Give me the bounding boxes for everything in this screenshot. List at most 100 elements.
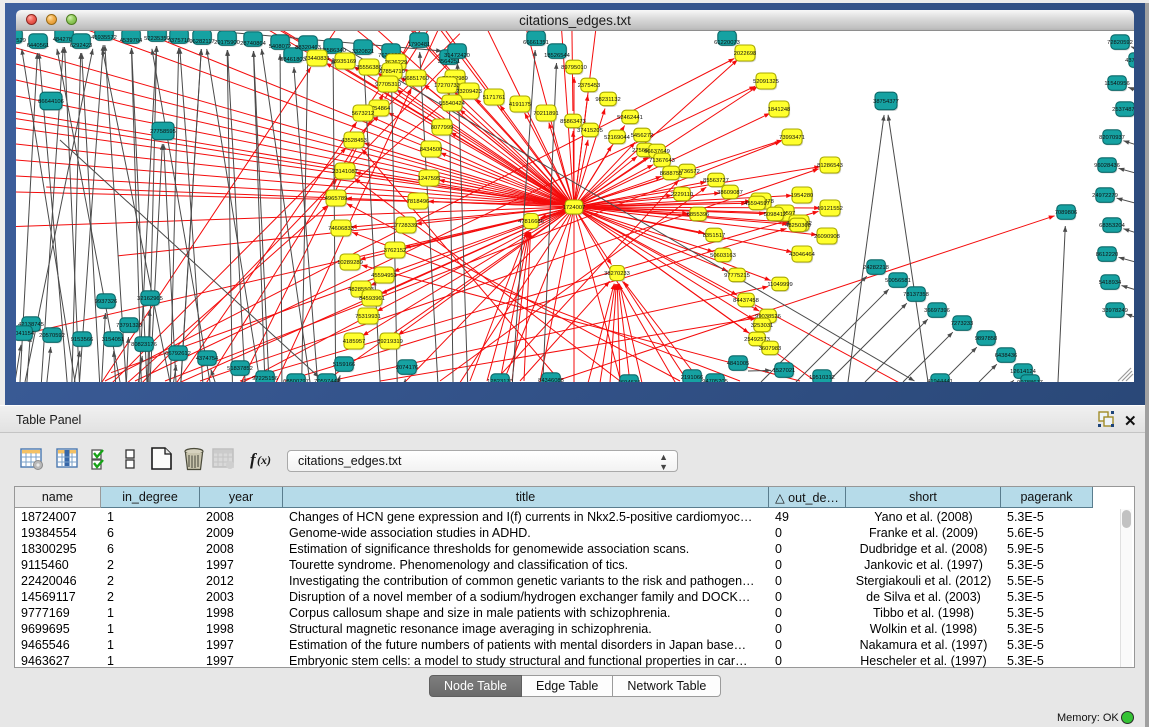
svg-text:8935169: 8935169	[334, 59, 357, 65]
svg-text:23141087: 23141087	[332, 169, 358, 175]
svg-text:70211891: 70211891	[533, 111, 558, 117]
svg-text:37415205: 37415205	[577, 128, 603, 134]
svg-text:31472420: 31472420	[444, 53, 470, 59]
svg-text:4694634: 4694634	[618, 380, 641, 382]
svg-text:5098412: 5098412	[764, 212, 787, 218]
svg-text:3320821: 3320821	[352, 49, 375, 55]
svg-text:4185957: 4185957	[343, 339, 366, 345]
svg-text:98231132: 98231132	[595, 97, 620, 103]
svg-text:48250360: 48250360	[785, 223, 811, 229]
svg-text:96028436: 96028436	[1094, 163, 1120, 169]
svg-text:84346088: 84346088	[538, 378, 564, 382]
svg-text:36697396: 36697396	[924, 308, 950, 314]
svg-text:12823170: 12823170	[487, 379, 513, 382]
svg-text:27758595: 27758595	[150, 129, 176, 135]
svg-text:5673212: 5673212	[352, 111, 375, 117]
svg-text:70597444: 70597444	[314, 379, 341, 382]
svg-text:33978249: 33978249	[1102, 308, 1128, 314]
svg-text:45935572: 45935572	[91, 35, 117, 41]
svg-text:2022698: 2022698	[734, 51, 757, 57]
svg-text:29175900: 29175900	[214, 40, 240, 46]
svg-text:3607983: 3607983	[759, 346, 782, 352]
svg-text:28740864: 28740864	[240, 41, 267, 47]
svg-text:1841248: 1841248	[768, 107, 791, 113]
svg-text:26090908: 26090908	[814, 234, 840, 240]
svg-text:3564251: 3564251	[438, 59, 461, 65]
svg-text:47816686: 47816686	[518, 219, 544, 225]
svg-text:3253031: 3253031	[751, 323, 774, 329]
svg-text:5159166: 5159166	[333, 362, 356, 368]
svg-text:84752529: 84752529	[16, 38, 26, 44]
svg-text:8688755: 8688755	[660, 171, 683, 177]
svg-text:(x): (x)	[257, 453, 271, 467]
svg-text:88461803: 88461803	[280, 57, 306, 63]
svg-text:38609087: 38609087	[717, 190, 743, 196]
svg-text:9937326: 9937326	[95, 299, 118, 305]
svg-text:61220073: 61220073	[714, 40, 740, 46]
svg-text:7089806: 7089806	[1055, 210, 1078, 216]
svg-text:75319931: 75319931	[355, 314, 381, 320]
svg-text:1954280: 1954280	[791, 193, 814, 199]
svg-text:5418934: 5418934	[1099, 280, 1122, 286]
svg-text:1527021: 1527021	[773, 368, 796, 374]
svg-text:11049999: 11049999	[767, 282, 792, 288]
svg-text:50603163: 50603163	[710, 253, 736, 259]
svg-text:5456272: 5456272	[631, 133, 654, 139]
svg-text:7818496: 7818496	[407, 199, 430, 205]
svg-text:24972279: 24972279	[1092, 193, 1118, 199]
svg-text:84437458: 84437458	[733, 298, 759, 304]
svg-text:66851760: 66851760	[403, 76, 429, 82]
svg-text:85863473: 85863473	[560, 119, 586, 125]
svg-text:80823176: 80823176	[131, 342, 157, 348]
svg-text:97705310: 97705310	[375, 82, 401, 88]
svg-text:50056581: 50056581	[885, 278, 911, 284]
svg-text:20570592: 20570592	[39, 333, 65, 339]
svg-text:96282117: 96282117	[189, 39, 214, 45]
svg-text:43046464: 43046464	[789, 252, 816, 258]
svg-text:52462441: 52462441	[617, 115, 643, 121]
svg-text:85563727: 85563727	[703, 178, 729, 184]
svg-text:24282218: 24282218	[863, 265, 889, 271]
svg-text:9153566: 9153566	[71, 337, 94, 343]
svg-text:52169044: 52169044	[604, 135, 631, 141]
svg-text:1247595: 1247595	[418, 176, 441, 182]
svg-text:8434500: 8434500	[420, 147, 443, 153]
svg-text:66792612: 66792612	[165, 351, 191, 357]
svg-text:68353204: 68353204	[1099, 223, 1126, 229]
svg-text:1724007: 1724007	[563, 205, 586, 211]
svg-text:81286543: 81286543	[817, 163, 843, 169]
svg-text:52091325: 52091325	[753, 79, 779, 85]
svg-text:55540424: 55540424	[439, 101, 466, 107]
svg-text:4374754: 4374754	[196, 356, 219, 362]
svg-text:45594951: 45594951	[371, 273, 397, 279]
svg-text:23209423: 23209423	[456, 89, 482, 95]
svg-text:1790481: 1790481	[408, 42, 431, 48]
svg-text:3154051: 3154051	[102, 337, 125, 343]
svg-text:35556386: 35556386	[356, 65, 382, 71]
svg-text:73791320: 73791320	[116, 323, 142, 329]
svg-text:4539704: 4539704	[120, 38, 143, 44]
svg-text:73440831: 73440831	[304, 56, 330, 62]
svg-text:71367643: 71367643	[649, 158, 675, 164]
svg-text:97775215: 97775215	[724, 273, 750, 279]
svg-text:5041154: 5041154	[16, 331, 35, 337]
svg-text:2191066: 2191066	[681, 375, 704, 381]
svg-text:18526544: 18526544	[544, 53, 571, 59]
svg-text:8612220: 8612220	[1096, 252, 1119, 258]
svg-text:8077999: 8077999	[431, 125, 454, 131]
svg-text:2375453: 2375453	[578, 83, 601, 89]
svg-text:2074176: 2074176	[396, 365, 419, 371]
svg-text:38754377: 38754377	[873, 99, 899, 105]
svg-text:6440561: 6440561	[27, 43, 50, 49]
svg-text:73993471: 73993471	[779, 135, 805, 141]
svg-text:6438436: 6438436	[995, 353, 1018, 359]
svg-text:99788677: 99788677	[1017, 380, 1043, 382]
svg-text:19121552: 19121552	[817, 206, 843, 212]
svg-text:9897858: 9897858	[975, 336, 998, 342]
svg-text:86644106: 86644106	[38, 99, 64, 105]
svg-text:6292423: 6292423	[70, 43, 93, 49]
svg-text:2229110: 2229110	[671, 192, 693, 198]
svg-text:5171761: 5171761	[483, 95, 506, 101]
svg-text:94705205: 94705205	[702, 379, 728, 382]
svg-text:43744231: 43744231	[1125, 58, 1134, 64]
